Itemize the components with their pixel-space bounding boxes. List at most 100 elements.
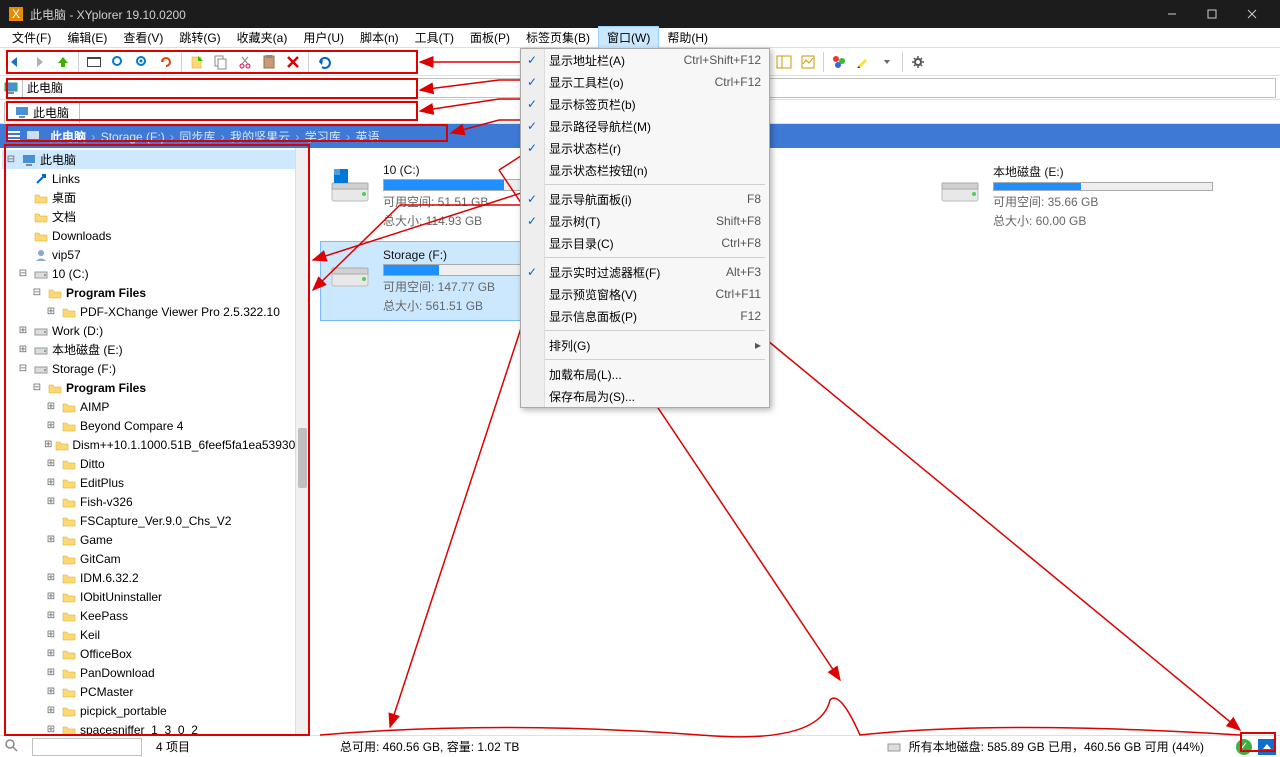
tree-item[interactable]: ⊟Program Files (2, 378, 307, 397)
tree-toggle-button[interactable] (773, 51, 795, 73)
find-button[interactable] (107, 51, 129, 73)
check-icon[interactable]: ✓ (1236, 739, 1252, 755)
expander-icon[interactable]: ⊞ (44, 629, 58, 640)
expander-icon[interactable]: ⊞ (44, 686, 58, 697)
drive-tile[interactable]: 本地磁盘 (E:)可用空间: 35.66 GB总大小: 60.00 GB (930, 156, 1220, 236)
menu-item[interactable]: ✓显示标签页栏(b) (521, 93, 769, 115)
menu-item[interactable]: 加载布局(L)... (521, 363, 769, 385)
copy-button[interactable] (210, 51, 232, 73)
tree-item[interactable]: ⊟Storage (F:) (2, 359, 307, 378)
delete-button[interactable] (282, 51, 304, 73)
expander-icon[interactable]: ⊞ (44, 477, 58, 488)
menu-item[interactable]: 显示目录(C)Ctrl+F8 (521, 232, 769, 254)
crumb-3[interactable]: 我的坚果云 (228, 130, 292, 144)
tree-item[interactable]: ⊞picpick_portable (2, 701, 307, 720)
expander-icon[interactable]: ⊞ (44, 401, 58, 412)
expander-icon[interactable]: ⊞ (44, 648, 58, 659)
paste-button[interactable] (186, 51, 208, 73)
tree-item[interactable]: ⊞PDF-XChange Viewer Pro 2.5.322.10 (2, 302, 307, 321)
tree-item[interactable]: ⊟Program Files (2, 283, 307, 302)
menu-item[interactable]: ✓显示实时过滤器框(F)Alt+F3 (521, 261, 769, 283)
crumb-4[interactable]: 学习库 (303, 130, 343, 144)
menu-item[interactable]: 保存布局为(S)... (521, 385, 769, 407)
tree-item[interactable]: Downloads (2, 226, 307, 245)
collapse-icon[interactable] (1258, 739, 1276, 755)
tree-item[interactable]: ⊞Game (2, 530, 307, 549)
expander-icon[interactable]: ⊞ (44, 572, 58, 583)
preview-button[interactable] (797, 51, 819, 73)
tree-item[interactable]: ⊞spacesniffer_1_3_0_2 (2, 720, 307, 735)
highlight-dd-button[interactable] (876, 51, 898, 73)
filter-input[interactable] (32, 738, 142, 756)
minimize-button[interactable] (1152, 0, 1192, 28)
expander-icon[interactable]: ⊞ (44, 534, 58, 545)
breadcrumb-menu-icon[interactable] (4, 129, 22, 143)
crumb-1[interactable]: Storage (F:) (99, 130, 167, 144)
tree-scrollbar[interactable] (295, 148, 309, 735)
menu-2[interactable]: 查看(V) (115, 27, 171, 48)
menu-item[interactable]: 显示信息面板(P)F12 (521, 305, 769, 327)
menu-4[interactable]: 收藏夹(a) (229, 27, 296, 48)
undo-button[interactable] (313, 51, 335, 73)
expander-icon[interactable]: ⊞ (16, 344, 30, 355)
expander-icon[interactable]: ⊟ (30, 287, 44, 298)
menu-11[interactable]: 帮助(H) (659, 27, 716, 48)
expander-icon[interactable]: ⊞ (44, 705, 58, 716)
menu-5[interactable]: 用户(U) (295, 27, 352, 48)
tree-item[interactable]: vip57 (2, 245, 307, 264)
tree-item[interactable]: ⊟10 (C:) (2, 264, 307, 283)
menu-item[interactable]: ✓显示地址栏(A)Ctrl+Shift+F12 (521, 49, 769, 71)
tree-pane[interactable]: ⊟此电脑Links桌面文档Downloadsvip57⊟10 (C:)⊟Prog… (0, 148, 310, 735)
menu-10[interactable]: 窗口(W) (598, 26, 659, 49)
crumb-2[interactable]: 同步库 (177, 130, 217, 144)
close-button[interactable] (1232, 0, 1272, 28)
maximize-button[interactable] (1192, 0, 1232, 28)
menu-0[interactable]: 文件(F) (4, 27, 59, 48)
tree-item[interactable]: ⊞Dism++10.1.1000.51B_6feef5fa1ea53930ecd… (2, 435, 307, 454)
tree-item[interactable]: ⊞EditPlus (2, 473, 307, 492)
menu-6[interactable]: 脚本(n) (352, 27, 407, 48)
tree-item[interactable]: ⊞PanDownload (2, 663, 307, 682)
tree-item[interactable]: 桌面 (2, 188, 307, 207)
expander-icon[interactable]: ⊞ (44, 667, 58, 678)
tree-item[interactable]: ⊞IDM.6.32.2 (2, 568, 307, 587)
back-button[interactable] (4, 51, 26, 73)
expander-icon[interactable]: ⊞ (44, 439, 52, 450)
expander-icon[interactable]: ⊞ (44, 591, 58, 602)
tree-item[interactable]: ⊞Ditto (2, 454, 307, 473)
tree-item[interactable]: ⊞Work (D:) (2, 321, 307, 340)
settings-button[interactable] (907, 51, 929, 73)
content-pane[interactable]: 10 (C:)可用空间: 51.51 GB总大小: 114.93 GB本地磁盘 … (310, 148, 1280, 735)
tags-button[interactable] (828, 51, 850, 73)
panes-button[interactable] (83, 51, 105, 73)
expander-icon[interactable]: ⊞ (16, 325, 30, 336)
tree-item[interactable]: ⊞PCMaster (2, 682, 307, 701)
menu-item[interactable]: ✓显示工具栏(o)Ctrl+F12 (521, 71, 769, 93)
menu-8[interactable]: 面板(P) (462, 27, 518, 48)
crumb-5[interactable]: 英语 (353, 130, 381, 144)
crumb-0[interactable]: 此电脑 (48, 130, 88, 144)
tree-item[interactable]: FSCapture_Ver.9.0_Chs_V2 (2, 511, 307, 530)
expander-icon[interactable]: ⊟ (30, 382, 44, 393)
menu-9[interactable]: 标签页集(B) (518, 27, 598, 48)
find2-button[interactable] (131, 51, 153, 73)
tree-item[interactable]: ⊞IObitUninstaller (2, 587, 307, 606)
tree-item[interactable]: ⊞Beyond Compare 4 (2, 416, 307, 435)
menu-item[interactable]: ✓显示树(T)Shift+F8 (521, 210, 769, 232)
refresh-button[interactable] (155, 51, 177, 73)
tree-item[interactable]: 文档 (2, 207, 307, 226)
cut-button[interactable] (234, 51, 256, 73)
expander-icon[interactable]: ⊟ (16, 268, 30, 279)
menu-item[interactable]: 排列(G)▸ (521, 334, 769, 356)
tree-item[interactable]: ⊞本地磁盘 (E:) (2, 340, 307, 359)
menu-item[interactable]: 显示预览窗格(V)Ctrl+F11 (521, 283, 769, 305)
highlight-button[interactable] (852, 51, 874, 73)
tree-item[interactable]: ⊞Keil (2, 625, 307, 644)
tree-item[interactable]: ⊞AIMP (2, 397, 307, 416)
tree-item[interactable]: Links (2, 169, 307, 188)
paste2-button[interactable] (258, 51, 280, 73)
expander-icon[interactable]: ⊞ (44, 724, 58, 735)
expander-icon[interactable]: ⊞ (44, 306, 58, 317)
expander-icon[interactable]: ⊞ (44, 420, 58, 431)
tree-item[interactable]: ⊞KeePass (2, 606, 307, 625)
